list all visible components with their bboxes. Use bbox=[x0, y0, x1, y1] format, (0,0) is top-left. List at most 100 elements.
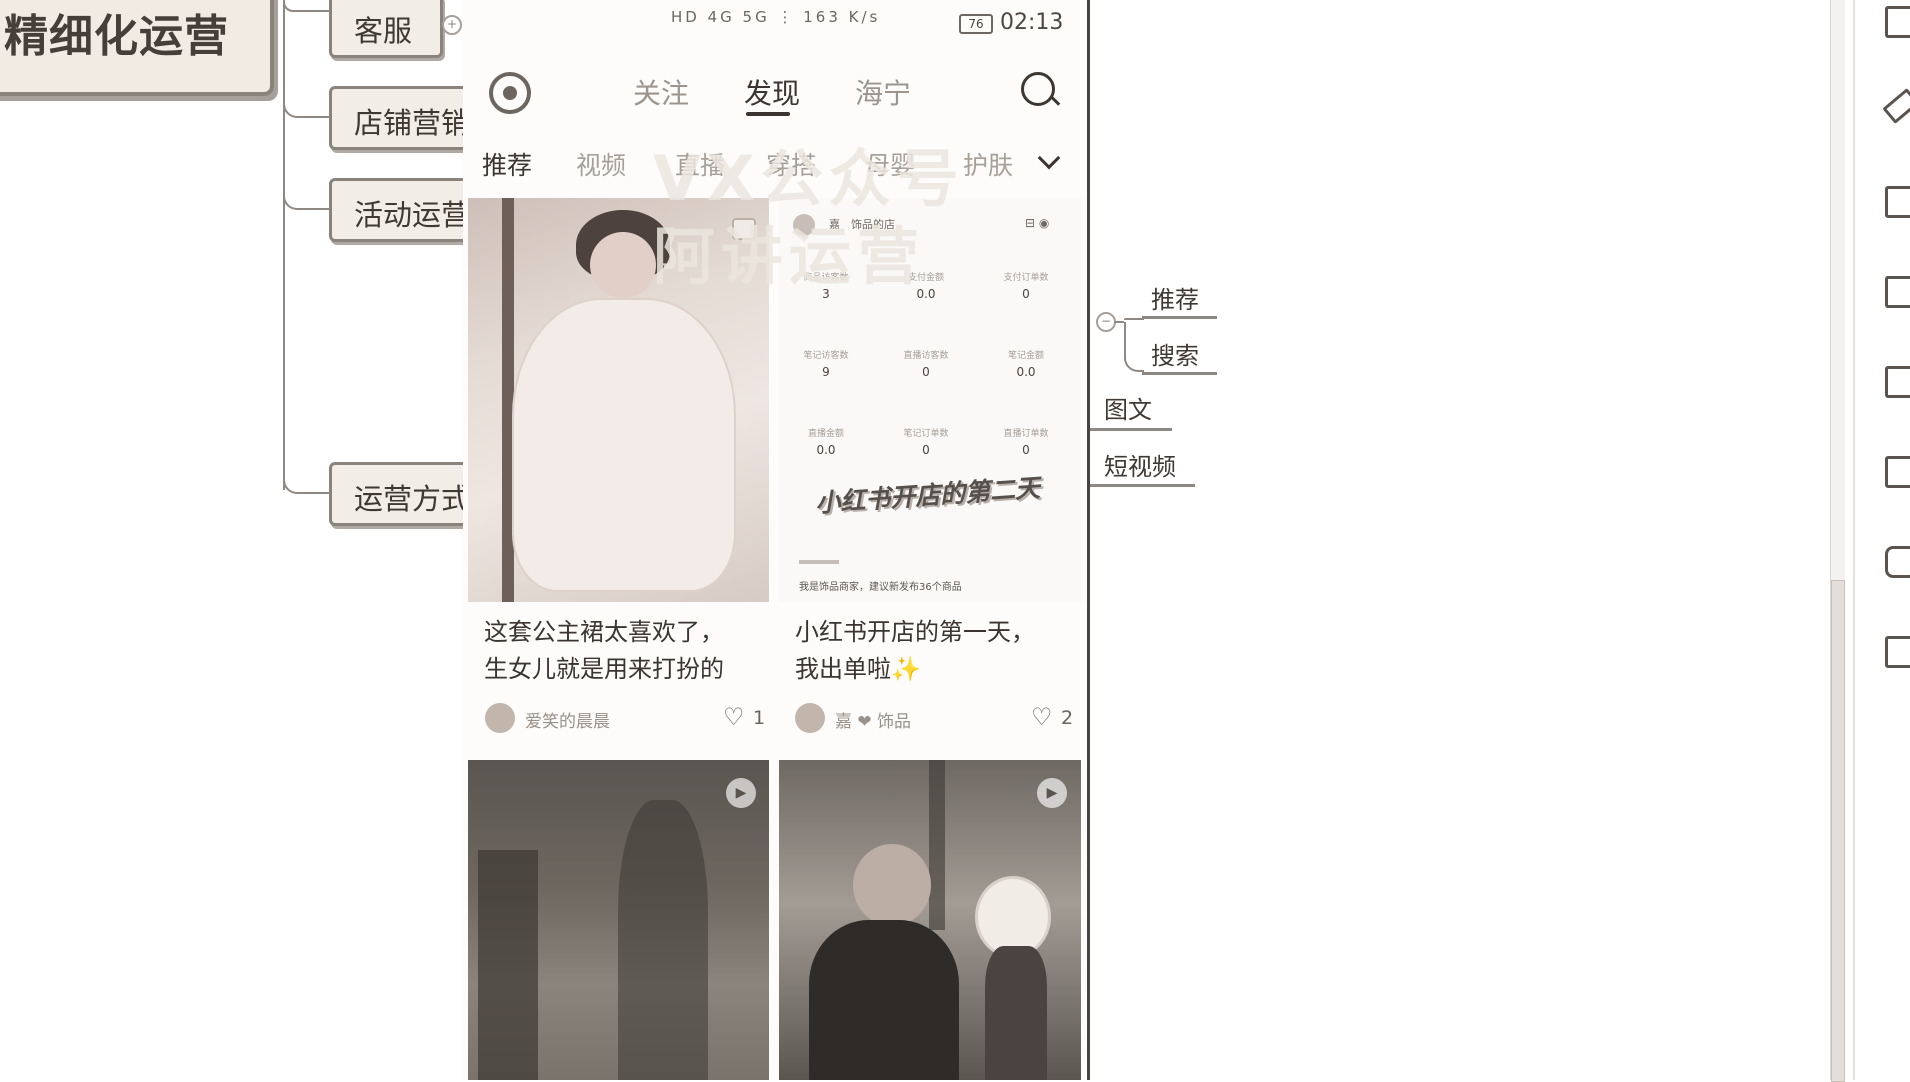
stat-item: 直播金额 0.0 bbox=[781, 426, 871, 457]
note-cover-image[interactable]: ▶ bbox=[779, 760, 1081, 1080]
flag-icon[interactable] bbox=[1885, 276, 1910, 308]
avatar[interactable] bbox=[485, 703, 515, 733]
stat-item: 支付订单数 0 bbox=[981, 270, 1071, 301]
comment-icon[interactable] bbox=[1885, 546, 1910, 578]
tab-local[interactable]: 海宁 bbox=[855, 72, 911, 112]
note-meta: 嘉 ❤ 饰品 ♡ 2 bbox=[795, 703, 1075, 733]
image-icon[interactable] bbox=[1885, 186, 1910, 218]
right-toolbar bbox=[1853, 0, 1910, 1080]
divider bbox=[799, 560, 839, 564]
branch-connector bbox=[283, 100, 333, 118]
note-title[interactable]: 小红书开店的第一天， 我出单啦✨ bbox=[795, 614, 1035, 688]
topic-activity-ops[interactable]: 活动运营 bbox=[329, 178, 485, 242]
author-name[interactable]: 爱笑的晨晨 bbox=[525, 707, 610, 732]
subtopic-underline bbox=[1090, 428, 1172, 431]
brush-icon[interactable] bbox=[1882, 88, 1910, 124]
topic-store-marketing[interactable]: 店铺营销 bbox=[329, 86, 485, 150]
stat-value: 0 bbox=[1022, 287, 1030, 301]
task-icon[interactable] bbox=[1885, 636, 1910, 668]
note-title-line: 生女儿就是用来打扮的 bbox=[484, 655, 724, 683]
image-detail bbox=[590, 232, 656, 298]
play-icon: ▶ bbox=[726, 778, 756, 808]
stat-label: 直播访客数 bbox=[903, 351, 949, 361]
subtopic-underline bbox=[1090, 484, 1195, 487]
stat-label: 笔记访客数 bbox=[803, 351, 849, 361]
stat-item: 商品访客数 3 bbox=[781, 270, 871, 301]
top-nav: 关注 发现 海宁 bbox=[463, 60, 1087, 120]
like-count: 2 bbox=[1061, 707, 1074, 729]
note-cover-image[interactable] bbox=[468, 198, 769, 602]
topic-label: 客服 bbox=[354, 14, 413, 48]
heart-icon[interactable]: ♡ bbox=[1031, 703, 1053, 731]
outline-icon[interactable] bbox=[1885, 6, 1910, 38]
note-meta: 爱笑的晨晨 ♡ 1 bbox=[485, 703, 765, 733]
stat-label: 笔记金额 bbox=[1007, 351, 1044, 361]
topic-label: 活动运营 bbox=[354, 198, 471, 232]
camera-icon bbox=[732, 218, 756, 240]
stat-value: 0.0 bbox=[816, 443, 836, 457]
subtopic-image-text[interactable]: 图文 bbox=[1104, 390, 1152, 425]
cover-banner-text: 小红书开店的第二天 bbox=[814, 473, 1041, 518]
stat-label: 商品访客数 bbox=[803, 273, 849, 283]
author-name[interactable]: 嘉 ❤ 饰品 bbox=[835, 707, 911, 732]
signal-icons: HD 4G 5G ⋮ 163 K/s bbox=[671, 8, 881, 26]
topic-label: 店铺营销 bbox=[354, 106, 471, 140]
subtopic-underline bbox=[1142, 316, 1217, 319]
branch-connector bbox=[283, 0, 333, 12]
expand-icon[interactable]: + bbox=[442, 15, 462, 35]
avatar bbox=[793, 214, 815, 236]
like-count: 1 bbox=[753, 707, 766, 729]
topic-kefu[interactable]: 客服 bbox=[329, 0, 443, 58]
stat-label: 支付金额 bbox=[907, 273, 944, 283]
heart-icon[interactable]: ♡ bbox=[723, 703, 745, 731]
tab-follow[interactable]: 关注 bbox=[633, 72, 689, 112]
stat-item: 笔记金额 0.0 bbox=[981, 348, 1071, 379]
stat-label: 笔记订单数 bbox=[903, 429, 949, 439]
note-cover-image[interactable]: 嘉 饰品的店 ⊟ ◉ 商品访客数 3 支付金额 0.0 支付订单数 0 笔记访客… bbox=[779, 198, 1081, 602]
topic-ops-method[interactable]: 运营方式 bbox=[329, 462, 485, 526]
note-icon[interactable] bbox=[1885, 456, 1910, 488]
stat-value: 0.0 bbox=[916, 287, 936, 301]
subtopic-search[interactable]: 搜索 bbox=[1151, 336, 1199, 371]
subtopic-recommend[interactable]: 推荐 bbox=[1151, 280, 1199, 315]
branch-connector bbox=[1124, 318, 1144, 320]
scrollbar-thumb[interactable] bbox=[1831, 580, 1845, 1082]
note-title-line: 小红书开店的第一天， bbox=[795, 618, 1035, 646]
chevron-down-icon[interactable] bbox=[1037, 146, 1061, 170]
note-title[interactable]: 这套公主裙太喜欢了， 生女儿就是用来打扮的 bbox=[484, 614, 724, 688]
text-style-icon[interactable] bbox=[1885, 366, 1910, 398]
image-detail bbox=[853, 844, 931, 926]
search-icon[interactable] bbox=[1021, 72, 1055, 106]
subtopic-short-video[interactable]: 短视频 bbox=[1104, 447, 1176, 482]
stat-value: 9 bbox=[822, 365, 830, 379]
note-cover-image[interactable]: ▶ bbox=[468, 760, 769, 1080]
stat-item: 直播访客数 0 bbox=[881, 348, 971, 379]
status-bar: HD 4G 5G ⋮ 163 K/s 76 02:13 bbox=[463, 0, 1087, 48]
stat-label: 支付订单数 bbox=[1003, 273, 1049, 283]
avatar[interactable] bbox=[795, 703, 825, 733]
branch-connector bbox=[1114, 321, 1124, 323]
branch-connector bbox=[283, 476, 333, 494]
category-recommend[interactable]: 推荐 bbox=[482, 146, 532, 182]
app-logo-icon[interactable] bbox=[489, 72, 531, 114]
root-topic[interactable]: 精细化运营 bbox=[0, 0, 274, 96]
category-outfit[interactable]: 穿搭 bbox=[766, 146, 816, 182]
note-title-line: 我出单啦✨ bbox=[795, 655, 921, 683]
collapse-icon[interactable]: − bbox=[1096, 312, 1116, 332]
category-video[interactable]: 视频 bbox=[576, 146, 626, 182]
topic-label: 运营方式 bbox=[354, 482, 471, 516]
stat-item: 支付金额 0.0 bbox=[881, 270, 971, 301]
image-detail bbox=[478, 850, 538, 1080]
category-live[interactable]: 直播 bbox=[675, 146, 725, 182]
image-detail bbox=[985, 946, 1047, 1080]
branch-connector bbox=[283, 192, 333, 210]
stat-value: 0.0 bbox=[1016, 365, 1036, 379]
play-icon: ▶ bbox=[1037, 778, 1067, 808]
stat-value: 0 bbox=[1022, 443, 1030, 457]
image-detail bbox=[929, 760, 945, 930]
image-detail bbox=[618, 800, 708, 1080]
category-skincare[interactable]: 护肤 bbox=[963, 146, 1013, 182]
tab-discover[interactable]: 发现 bbox=[744, 72, 800, 112]
stat-label: 直播订单数 bbox=[1003, 429, 1049, 439]
category-baby[interactable]: 母婴 bbox=[865, 146, 915, 182]
